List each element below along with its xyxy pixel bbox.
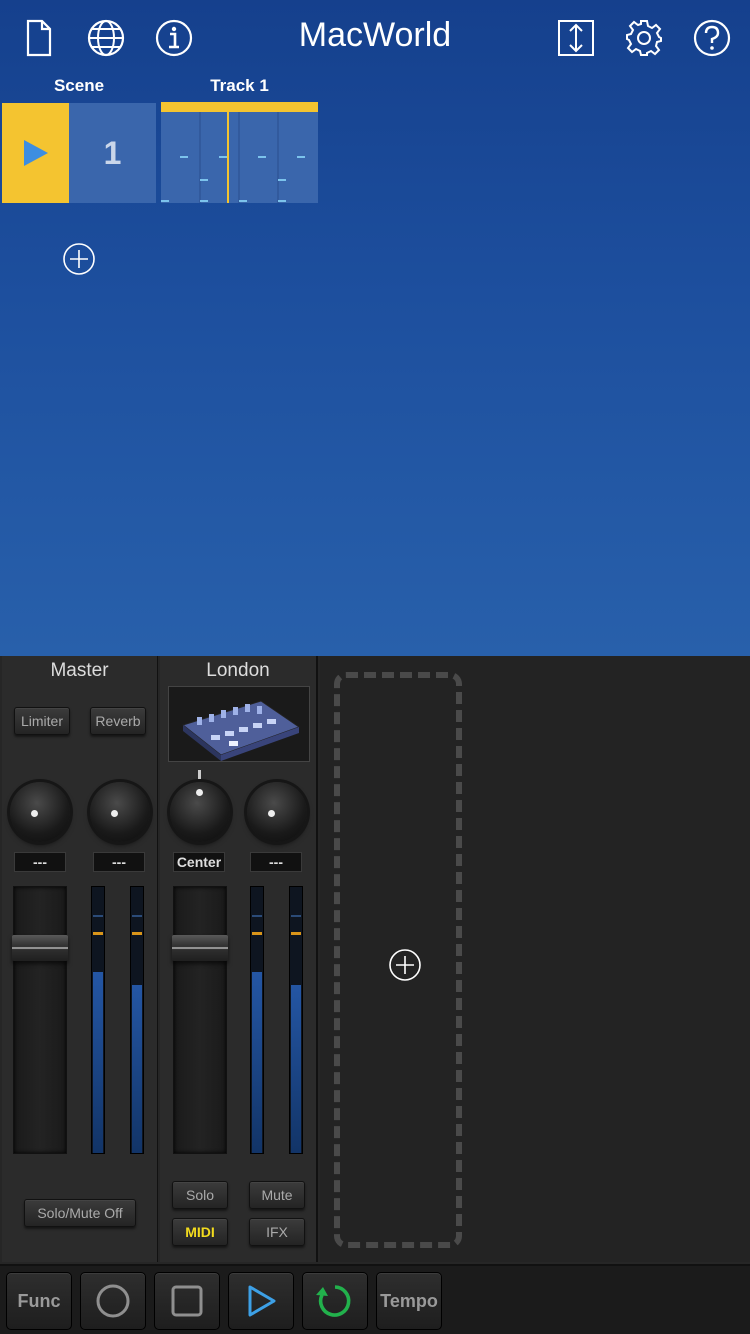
stop-button[interactable] bbox=[154, 1272, 220, 1330]
synth-image bbox=[181, 700, 301, 761]
master-readout-left: --- bbox=[14, 852, 66, 872]
pan-center-mark bbox=[198, 770, 201, 779]
help-button[interactable] bbox=[688, 14, 736, 62]
london-volume-fader[interactable] bbox=[172, 886, 228, 1154]
record-button[interactable] bbox=[80, 1272, 146, 1330]
london-meter-left bbox=[250, 886, 264, 1154]
add-channel-area bbox=[320, 656, 750, 1262]
gear-icon bbox=[626, 20, 662, 56]
reverb-button[interactable]: Reverb bbox=[90, 707, 146, 735]
mute-button[interactable]: Mute bbox=[249, 1181, 305, 1209]
limiter-button[interactable]: Limiter bbox=[14, 707, 70, 735]
plus-circle-icon bbox=[63, 243, 95, 275]
web-button[interactable] bbox=[82, 14, 130, 62]
scene-play-button[interactable] bbox=[2, 103, 69, 203]
scene-row-1[interactable]: 1 bbox=[2, 103, 156, 203]
solo-mute-off-button[interactable]: Solo/Mute Off bbox=[24, 1199, 136, 1227]
resize-vertical-icon bbox=[558, 20, 594, 56]
master-channel-strip: Master Limiter Reverb --- --- Solo/Mute … bbox=[2, 656, 158, 1262]
london-meter-right bbox=[289, 886, 303, 1154]
stop-icon bbox=[171, 1285, 203, 1317]
scene-column-header: Scene bbox=[53, 76, 105, 95]
london-fader-handle[interactable] bbox=[172, 935, 228, 961]
record-icon bbox=[96, 1284, 130, 1318]
send-readout: --- bbox=[250, 852, 302, 872]
solo-button[interactable]: Solo bbox=[172, 1181, 228, 1209]
instrument-thumbnail[interactable] bbox=[168, 686, 310, 762]
tempo-button[interactable]: Tempo bbox=[376, 1272, 442, 1330]
master-meter-right bbox=[130, 886, 144, 1154]
globe-icon bbox=[87, 19, 125, 57]
master-fader-handle[interactable] bbox=[12, 935, 68, 961]
arrangement-area: MacWorld Scene Track 1 1 bbox=[0, 0, 750, 656]
master-volume-fader[interactable] bbox=[12, 886, 68, 1154]
master-knob-right[interactable] bbox=[90, 782, 150, 842]
send-knob[interactable] bbox=[247, 782, 307, 842]
document-icon bbox=[26, 19, 52, 57]
master-meter-left bbox=[91, 886, 105, 1154]
mixer-panel: Master Limiter Reverb --- --- Solo/Mute … bbox=[0, 656, 750, 1264]
london-channel-strip: London Center --- Solo Mute MIDI IFX bbox=[160, 656, 318, 1262]
play-button[interactable] bbox=[228, 1272, 294, 1330]
master-readout-right: --- bbox=[93, 852, 145, 872]
midi-button[interactable]: MIDI bbox=[172, 1218, 228, 1246]
resize-button[interactable] bbox=[552, 14, 600, 62]
pan-knob[interactable] bbox=[170, 782, 230, 842]
play-icon bbox=[248, 1285, 276, 1317]
master-knob-left[interactable] bbox=[10, 782, 70, 842]
track-1-clip[interactable] bbox=[161, 102, 318, 203]
clip-pattern bbox=[161, 112, 305, 203]
info-icon bbox=[155, 19, 193, 57]
london-title: London bbox=[206, 660, 270, 681]
add-scene-button[interactable] bbox=[62, 242, 96, 276]
info-button[interactable] bbox=[150, 14, 198, 62]
loop-button[interactable] bbox=[302, 1272, 368, 1330]
track-column-header[interactable]: Track 1 bbox=[161, 76, 318, 96]
play-icon bbox=[23, 140, 48, 166]
plus-circle-icon bbox=[389, 949, 421, 981]
new-document-button[interactable] bbox=[14, 14, 62, 62]
add-channel-slot[interactable] bbox=[334, 672, 462, 1248]
pan-readout: Center bbox=[173, 852, 225, 872]
ifx-button[interactable]: IFX bbox=[249, 1218, 305, 1246]
master-title: Master bbox=[50, 660, 109, 681]
func-button[interactable]: Func bbox=[6, 1272, 72, 1330]
transport-bar: Func Tempo bbox=[0, 1264, 750, 1334]
settings-button[interactable] bbox=[620, 14, 668, 62]
help-icon bbox=[693, 19, 731, 57]
loop-icon bbox=[316, 1285, 351, 1317]
scene-number: 1 bbox=[69, 103, 156, 203]
